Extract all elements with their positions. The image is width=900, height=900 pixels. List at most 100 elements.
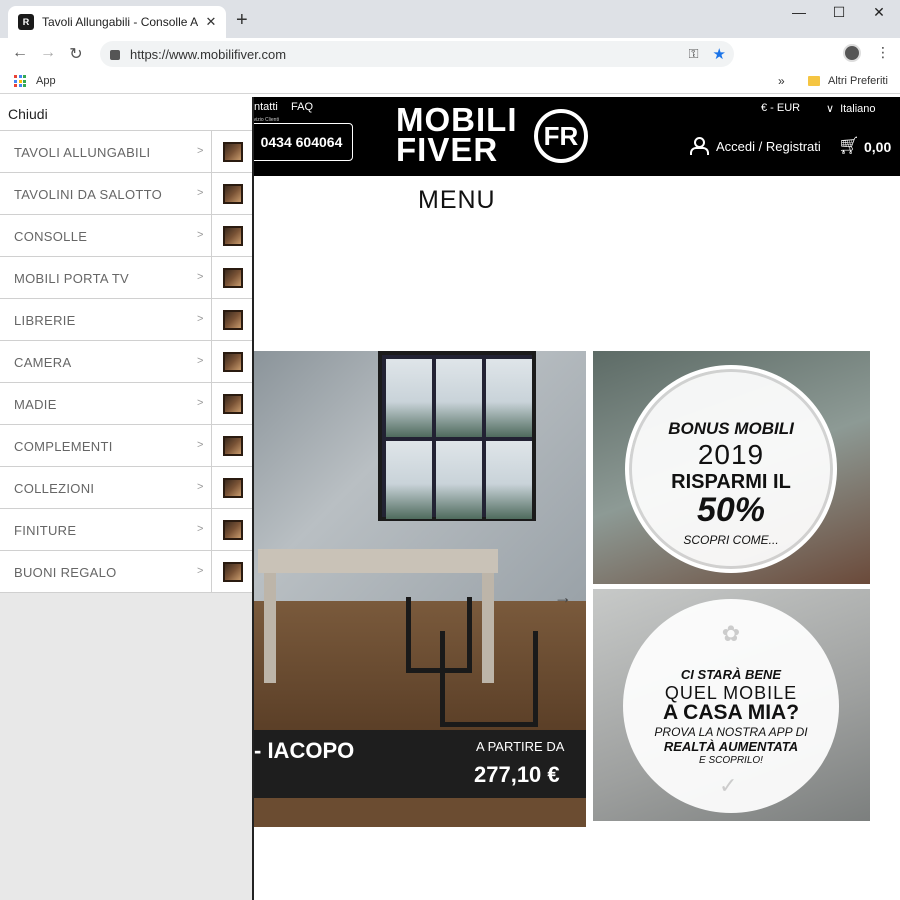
reload-icon[interactable]: ↻ <box>66 44 86 64</box>
product-name: - IACOPO <box>254 738 355 763</box>
cart-icon[interactable]: 🛒︎ <box>838 136 860 156</box>
chevron-right-icon: > <box>197 313 204 325</box>
sidebar-item-collezioni[interactable]: COLLEZIONI > <box>0 467 252 509</box>
ar-app-banner[interactable]: ✿ CI STARÀ BENE QUEL MOBILE A CASA MIA? … <box>593 589 870 821</box>
price-prefix: A PARTIRE DA <box>476 739 565 754</box>
promo2-line5: REALTÀ AUMENTATA <box>663 739 799 754</box>
category-thumbnail <box>211 257 252 298</box>
sidebar-item-label: MADIE <box>14 397 57 412</box>
chevron-right-icon: > <box>197 481 204 493</box>
currency-selector[interactable]: € - EUR <box>761 102 800 114</box>
category-thumbnail <box>211 299 252 340</box>
sidebar-item-label: TAVOLI ALLUNGABILI <box>14 145 151 160</box>
chevron-right-icon: > <box>197 439 204 451</box>
category-thumbnail <box>211 173 252 214</box>
browser-tab-bar: R Tavoli Allungabili - Consolle Allu ✕ +… <box>0 0 900 38</box>
bookmark-other-folder[interactable]: Altri Preferiti <box>828 75 888 87</box>
browser-tab[interactable]: R Tavoli Allungabili - Consolle Allu ✕ <box>8 6 226 38</box>
sidebar-item-camera[interactable]: CAMERA > <box>0 341 252 383</box>
sidebar-item-label: COMPLEMENTI <box>14 439 113 454</box>
category-thumbnail <box>211 551 252 592</box>
tab-close-icon[interactable]: ✕ <box>204 14 218 30</box>
site-logo[interactable]: MOBILI FIVER FR <box>396 103 588 171</box>
logo-line2: FIVER <box>396 131 499 168</box>
logo-badge: FR <box>534 109 588 163</box>
promo2-line4: PROVA LA NOSTRA APP DI <box>654 725 808 739</box>
cart-total[interactable]: 0,00 <box>864 139 891 155</box>
close-window-button[interactable]: ✕ <box>864 4 894 21</box>
promo1-line5: SCOPRI COME... <box>683 533 779 547</box>
category-thumbnail <box>211 425 252 466</box>
category-thumbnail <box>211 131 252 172</box>
minimize-button[interactable]: — <box>784 4 814 20</box>
site-header: ntatti FAQ rvizio Clienti 0434 604064 MO… <box>250 97 900 176</box>
chevron-right-icon: > <box>197 187 204 199</box>
maximize-button[interactable]: ☐ <box>824 4 854 21</box>
login-link[interactable]: Accedi / Registrati <box>716 139 821 154</box>
promo2-line3: A CASA MIA? <box>662 701 800 724</box>
sidebar-item-finiture[interactable]: FINITURE > <box>0 509 252 551</box>
promo1-line1: BONUS MOBILI <box>668 419 794 438</box>
user-icon[interactable] <box>690 137 709 155</box>
chevron-right-icon: > <box>197 355 204 367</box>
hero-banner[interactable]: → - IACOPO A PARTIRE DA 277,10 € <box>254 351 586 827</box>
category-list: TAVOLI ALLUNGABILI > TAVOLINI DA SALOTTO >… <box>0 131 252 593</box>
sidebar-item-label: TAVOLINI DA SALOTTO <box>14 187 163 202</box>
sidebar-item-tavoli-allungabili[interactable]: TAVOLI ALLUNGABILI > <box>0 131 252 173</box>
sidebar-item-label: CONSOLLE <box>14 229 88 244</box>
category-thumbnail <box>211 215 252 256</box>
sidebar-item-label: BUONI REGALO <box>14 565 117 580</box>
promo1-line2: 2019 <box>697 439 765 470</box>
new-tab-button[interactable]: + <box>236 10 248 30</box>
key-icon[interactable]: ⚿ <box>689 46 699 62</box>
bookmarks-more-icon[interactable]: » <box>778 74 785 88</box>
hero-caption: - IACOPO A PARTIRE DA 277,10 € <box>254 730 586 798</box>
sidebar-item-label: MOBILI PORTA TV <box>14 271 130 286</box>
browser-menu-icon[interactable]: ⋮ <box>876 44 890 61</box>
promo-circle: BONUS MOBILI 2019 RISPARMI IL 50% SCOPRI… <box>625 365 837 573</box>
chevron-right-icon: > <box>197 145 204 157</box>
profile-avatar-icon[interactable] <box>843 44 861 62</box>
address-bar[interactable]: https://www.mobilifiver.com ⚿ ★ <box>100 41 734 67</box>
chevron-right-icon: > <box>197 229 204 241</box>
product-price: 277,10 € <box>474 762 560 787</box>
chevron-right-icon: > <box>197 523 204 535</box>
sidebar-item-consolle[interactable]: CONSOLLE > <box>0 215 252 257</box>
ar-app-icon: ✿ <box>721 621 741 646</box>
close-menu-button[interactable]: Chiudi <box>0 97 252 131</box>
carousel-next-icon[interactable]: → <box>554 587 572 608</box>
apps-grid-icon[interactable] <box>14 75 26 87</box>
phone-button[interactable]: 0434 604064 <box>250 123 353 161</box>
bookmark-star-icon[interactable]: ★ <box>713 45 726 63</box>
language-selector[interactable]: ∨ Italiano <box>826 102 876 115</box>
bonus-mobili-banner[interactable]: BONUS MOBILI 2019 RISPARMI IL 50% SCOPRI… <box>593 351 870 584</box>
sidebar-item-mobili-porta-tv[interactable]: MOBILI PORTA TV > <box>0 257 252 299</box>
sidebar-item-madie[interactable]: MADIE > <box>0 383 252 425</box>
contact-link[interactable]: ntatti <box>254 101 278 113</box>
sidebar-item-tavolini-da-salotto[interactable]: TAVOLINI DA SALOTTO > <box>0 173 252 215</box>
category-thumbnail <box>211 341 252 382</box>
close-menu-label: Chiudi <box>8 106 48 122</box>
sidebar-item-buoni-regalo[interactable]: BUONI REGALO > <box>0 551 252 593</box>
chevron-right-icon: > <box>197 397 204 409</box>
sidebar-item-complementi[interactable]: COMPLEMENTI > <box>0 425 252 467</box>
site-favicon-icon: R <box>18 14 34 30</box>
tab-title: Tavoli Allungabili - Consolle Allu <box>42 15 198 29</box>
faq-link[interactable]: FAQ <box>291 101 313 113</box>
promo1-line4: 50% <box>696 491 766 529</box>
forward-arrow-icon[interactable]: → <box>38 44 58 62</box>
sidebar-item-label: COLLEZIONI <box>14 481 95 496</box>
category-thumbnail <box>211 467 252 508</box>
language-label: Italiano <box>840 103 876 115</box>
promo-circle: ✿ CI STARÀ BENE QUEL MOBILE A CASA MIA? … <box>623 599 839 813</box>
hero-window <box>378 351 536 521</box>
menu-title[interactable]: MENU <box>418 186 496 215</box>
chevron-right-icon: > <box>197 271 204 283</box>
sidebar-item-librerie[interactable]: LIBRERIE > <box>0 299 252 341</box>
url-text[interactable]: https://www.mobilifiver.com <box>130 47 689 62</box>
bookmark-apps[interactable]: App <box>36 75 56 87</box>
category-thumbnail <box>211 509 252 550</box>
phone-number: 0434 604064 <box>260 134 343 150</box>
back-arrow-icon[interactable]: ← <box>10 44 30 62</box>
promo2-line1: CI STARÀ BENE <box>680 667 782 682</box>
